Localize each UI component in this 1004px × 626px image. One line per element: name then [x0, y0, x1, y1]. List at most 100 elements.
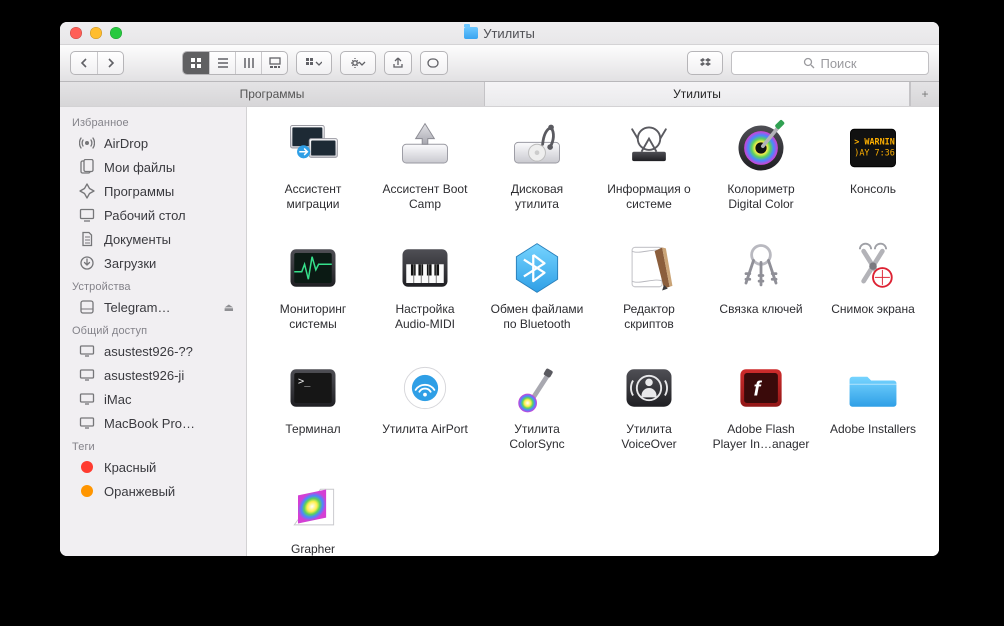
sidebar-item-label: Telegram…	[104, 300, 216, 315]
app-bootcamp[interactable]: Ассистент Boot Camp	[371, 117, 479, 233]
sidebar-item[interactable]: Мои файлы	[60, 155, 246, 179]
btexchange-icon	[506, 237, 568, 299]
close-button[interactable]	[70, 27, 82, 39]
app-diskutil[interactable]: Дисковая утилита	[483, 117, 591, 233]
sidebar-item-label: Рабочий стол	[104, 208, 234, 223]
sidebar-item-label: MacBook Pro…	[104, 416, 234, 431]
sidebar-item[interactable]: Программы	[60, 179, 246, 203]
tag-icon	[78, 461, 96, 473]
back-button[interactable]	[71, 52, 97, 74]
window-controls	[70, 27, 122, 39]
app-keychain[interactable]: Связка ключей	[707, 237, 815, 353]
sidebar-item[interactable]: Рабочий стол	[60, 203, 246, 227]
app-label: Утилита AirPort	[382, 422, 468, 437]
dropbox-button[interactable]	[688, 52, 722, 74]
sidebar-item-label: Оранжевый	[104, 484, 234, 499]
disk-icon	[78, 299, 96, 315]
app-digitalcolor[interactable]: Колориметр Digital Color	[707, 117, 815, 233]
app-label: Ассистент Boot Camp	[383, 182, 468, 212]
terminal-icon	[282, 357, 344, 419]
eject-icon[interactable]: ⏏	[224, 301, 234, 314]
share-button[interactable]	[385, 52, 411, 74]
sidebar-item-label: iMac	[104, 392, 234, 407]
app-label: Информация о системе	[607, 182, 690, 212]
sidebar-section-header: Устройства	[60, 275, 246, 295]
forward-button[interactable]	[97, 52, 123, 74]
sidebar[interactable]: Избранное AirDrop Мои файлыПрограммы Рабочи…	[60, 107, 247, 556]
finder-window: Утилиты Поиск Программы Утилиты + Избр	[60, 22, 939, 556]
app-colorsync[interactable]: Утилита ColorSync	[483, 357, 591, 473]
apps-icon	[78, 183, 96, 199]
app-airport[interactable]: Утилита AirPort	[371, 357, 479, 473]
sidebar-item[interactable]: Красный	[60, 455, 246, 479]
app-screenshot[interactable]: Снимок экрана	[819, 237, 927, 353]
sidebar-item-label: AirDrop	[104, 136, 234, 151]
arrange-menu[interactable]	[296, 51, 332, 75]
digitalcolor-icon	[730, 117, 792, 179]
view-list-button[interactable]	[209, 52, 235, 74]
sidebar-item-label: asustest926-ji	[104, 368, 234, 383]
titlebar[interactable]: Утилиты	[60, 22, 939, 45]
search-placeholder: Поиск	[820, 56, 856, 71]
app-label: Колориметр Digital Color	[727, 182, 794, 212]
folder-icon	[464, 27, 478, 39]
arrange-button[interactable]	[297, 52, 331, 74]
dropbox-button-group	[687, 51, 723, 75]
migration-icon	[282, 117, 344, 179]
tab-1[interactable]: Утилиты	[485, 82, 910, 106]
app-adobeinst[interactable]: Adobe Installers	[819, 357, 927, 473]
app-grapher[interactable]: Grapher	[259, 477, 367, 556]
nav-buttons	[70, 51, 124, 75]
app-activitymon[interactable]: Мониторинг системы	[259, 237, 367, 353]
console-icon	[842, 117, 904, 179]
app-btexchange[interactable]: Обмен файлами по Bluetooth	[483, 237, 591, 353]
grapher-icon	[282, 477, 344, 539]
flash-icon	[730, 357, 792, 419]
view-columns-button[interactable]	[235, 52, 261, 74]
view-gallery-button[interactable]	[261, 52, 287, 74]
sidebar-item[interactable]: Документы	[60, 227, 246, 251]
search-field[interactable]: Поиск	[731, 51, 929, 75]
app-label: Ассистент миграции	[285, 182, 342, 212]
tab-0-label: Программы	[240, 87, 305, 101]
downloads-icon	[78, 255, 96, 271]
share-button-group	[384, 51, 412, 75]
app-terminal[interactable]: Терминал	[259, 357, 367, 473]
app-scripteditor[interactable]: Редактор скриптов	[595, 237, 703, 353]
screen-icon	[78, 367, 96, 383]
app-label: Терминал	[285, 422, 340, 437]
sidebar-item[interactable]: Telegram… ⏏	[60, 295, 246, 319]
tab-0[interactable]: Программы	[60, 82, 485, 106]
sidebar-item[interactable]: asustest926-??	[60, 339, 246, 363]
app-migration[interactable]: Ассистент миграции	[259, 117, 367, 233]
app-sysinfo[interactable]: Информация о системе	[595, 117, 703, 233]
sidebar-section-header: Избранное	[60, 111, 246, 131]
audiomidi-icon	[394, 237, 456, 299]
app-flash[interactable]: Adobe Flash Player In…anager	[707, 357, 815, 473]
sidebar-item[interactable]: iMac	[60, 387, 246, 411]
zoom-button[interactable]	[110, 27, 122, 39]
content-area[interactable]: Ассистент миграции Ассистент Boot Camp Дис…	[247, 107, 939, 556]
app-audiomidi[interactable]: Настройка Audio-MIDI	[371, 237, 479, 353]
sidebar-item-label: asustest926-??	[104, 344, 234, 359]
sidebar-item-label: Красный	[104, 460, 234, 475]
sysinfo-icon	[618, 117, 680, 179]
app-voiceover[interactable]: Утилита VoiceOver	[595, 357, 703, 473]
sidebar-item[interactable]: Оранжевый	[60, 479, 246, 503]
screen-icon	[78, 391, 96, 407]
app-label: Обмен файлами по Bluetooth	[491, 302, 584, 332]
action-menu[interactable]	[340, 51, 376, 75]
sidebar-item[interactable]: Загрузки	[60, 251, 246, 275]
tags-button[interactable]	[421, 52, 447, 74]
minimize-button[interactable]	[90, 27, 102, 39]
new-tab-button[interactable]: +	[910, 82, 939, 106]
view-icons-button[interactable]	[183, 52, 209, 74]
action-button[interactable]	[341, 52, 375, 74]
sidebar-item[interactable]: AirDrop	[60, 131, 246, 155]
app-label: Утилита VoiceOver	[621, 422, 676, 452]
app-console[interactable]: Консоль	[819, 117, 927, 233]
sidebar-item[interactable]: MacBook Pro…	[60, 411, 246, 435]
sidebar-section-header: Общий доступ	[60, 319, 246, 339]
sidebar-item[interactable]: asustest926-ji	[60, 363, 246, 387]
adobeinst-icon	[842, 357, 904, 419]
